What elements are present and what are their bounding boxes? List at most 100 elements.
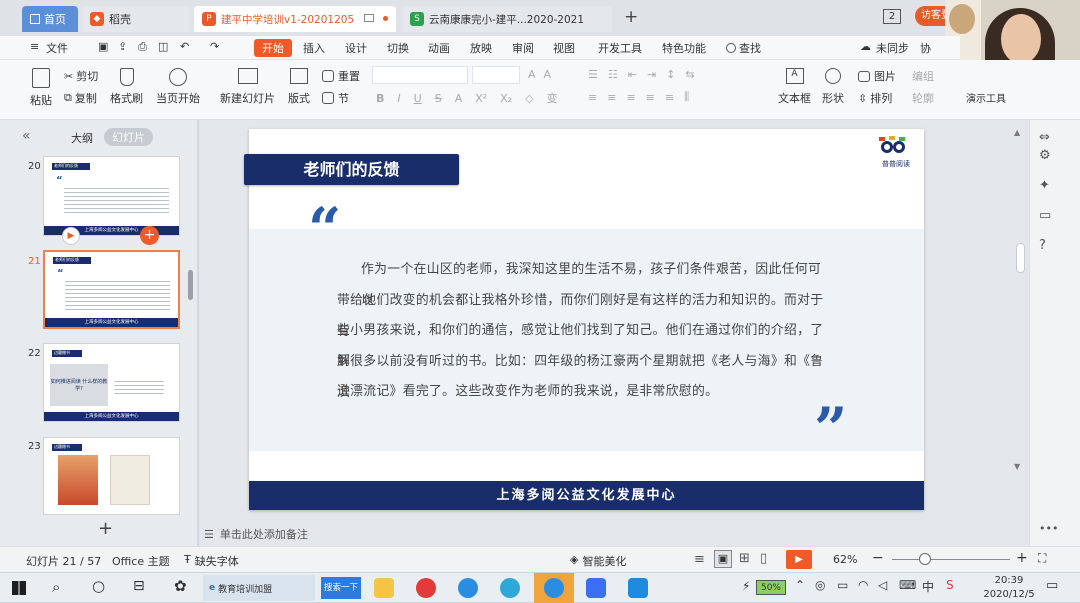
zoom-slider-track[interactable] — [892, 559, 1010, 560]
menu-animation[interactable]: 动画 — [428, 40, 450, 56]
battery-tray-icon[interactable]: ▭ — [837, 578, 848, 592]
window-icon[interactable] — [364, 14, 374, 22]
line-spacing-icon[interactable]: ↕ — [666, 68, 675, 81]
distribute-icon[interactable]: ≡ — [665, 91, 674, 104]
superscript-button[interactable]: X² — [475, 92, 487, 105]
number-list-icon[interactable]: ☷ — [608, 68, 618, 81]
settings-sliders-icon[interactable]: ⚙ — [1039, 148, 1051, 163]
clear-format-button[interactable]: ◇ — [525, 92, 533, 105]
align-right-icon[interactable]: ≡ — [626, 91, 635, 104]
menu-devtools[interactable]: 开发工具 — [598, 40, 642, 56]
menu-transition[interactable]: 切换 — [387, 40, 409, 56]
reset-button[interactable]: 重置 — [322, 68, 360, 84]
arrange-button[interactable]: ⇳ 排列 — [858, 90, 892, 106]
file-explorer-icon[interactable] — [374, 578, 394, 598]
notes-area[interactable]: ☰ 单击此处添加备注 — [204, 526, 308, 542]
edge-icon[interactable] — [500, 578, 520, 598]
task-view-icon[interactable]: ⊟ — [133, 578, 145, 594]
tab-outline[interactable]: 大纲 — [71, 130, 93, 146]
zoom-slider-thumb[interactable] — [919, 553, 931, 565]
zoom-level[interactable]: 62% — [833, 553, 857, 566]
text-effect-button[interactable]: 变 — [547, 90, 558, 106]
add-slide-icon[interactable]: + — [140, 226, 159, 245]
theme-label[interactable]: Office 主题 — [112, 553, 170, 569]
ime-indicator[interactable]: 中 — [922, 578, 934, 595]
notification-icon[interactable]: ▭ — [1046, 578, 1058, 593]
slide-thumb-22[interactable]: 边疆赠书 如何推进阅读 什么样的教学? 上海多阅公益文化发展中心 — [43, 343, 180, 422]
paste-button[interactable]: 粘贴 — [30, 68, 52, 108]
grow-font-icon[interactable]: A — [528, 68, 536, 81]
menu-features[interactable]: 特色功能 — [662, 40, 706, 56]
sorter-view-icon[interactable]: ⊞ — [739, 551, 750, 566]
tab-slides[interactable]: 幻灯片 — [104, 128, 153, 146]
columns-icon[interactable]: ⫼ — [684, 90, 689, 104]
align-left-icon[interactable]: ≡ — [588, 91, 597, 104]
help-icon[interactable]: ? — [1039, 238, 1046, 253]
outdent-icon[interactable]: ⇥ — [647, 68, 656, 81]
menu-file[interactable]: 文件 — [46, 40, 68, 56]
cut-button[interactable]: ✂ 剪切 — [64, 68, 98, 84]
pin-icon[interactable]: ✦ — [1039, 178, 1050, 193]
smart-beautify-button[interactable]: ◈ 智能美化 — [570, 553, 626, 569]
print-icon[interactable]: ⎙ — [138, 40, 147, 54]
menu-start[interactable]: 开始 — [254, 39, 292, 57]
normal-view-icon[interactable]: ▣ — [714, 550, 732, 568]
wifi-icon[interactable]: ◠ — [858, 578, 868, 592]
feishu-icon[interactable] — [458, 578, 478, 598]
font-family-select[interactable] — [372, 66, 468, 84]
group-button[interactable]: 编组 — [912, 68, 934, 84]
tray-up-icon[interactable]: ⌃ — [795, 578, 805, 592]
play-from-current-button[interactable]: 当页开始 — [156, 68, 200, 106]
outline-button[interactable]: 轮廓 — [912, 90, 934, 106]
search-button[interactable]: 查找 — [726, 40, 761, 56]
search-once-button[interactable]: 搜索一下 — [321, 577, 361, 599]
section-button[interactable]: 节 — [322, 90, 349, 106]
canvas-scrollbar[interactable] — [1016, 243, 1025, 273]
image-button[interactable]: 图片 — [858, 68, 896, 84]
tab-other-doc[interactable]: S 云南康康完小-建平...2020-2021 — [402, 6, 612, 32]
comment-icon[interactable]: ▭ — [1039, 208, 1051, 223]
copy-button[interactable]: ⧉ 复制 — [64, 90, 97, 106]
menu-design[interactable]: 设计 — [345, 40, 367, 56]
font-size-select[interactable] — [472, 66, 520, 84]
textbox-button[interactable]: A 文本框 — [778, 68, 811, 106]
missing-font-button[interactable]: Ŧ 缺失字体 — [184, 553, 239, 569]
notes-toggle-icon[interactable]: ≡ — [694, 552, 705, 567]
tab-home[interactable]: 首页 — [22, 6, 78, 32]
slide-thumb-23[interactable]: 边疆赠书 — [43, 437, 180, 515]
taskbar-app-browser[interactable]: e 教育培训加盟 — [203, 575, 315, 601]
format-painter-button[interactable]: 格式刷 — [110, 68, 143, 106]
redo-icon[interactable]: ↷ — [210, 40, 219, 53]
menu-insert[interactable]: 插入 — [303, 40, 325, 56]
preview-icon[interactable]: ◫ — [158, 40, 168, 53]
tray-app-icon[interactable]: ◎ — [815, 578, 825, 592]
bullet-list-icon[interactable]: ☰ — [588, 68, 598, 81]
underline-button[interactable]: U — [414, 92, 422, 105]
more-icon[interactable]: ••• — [1039, 522, 1058, 535]
zoom-in-button[interactable]: + — [1016, 550, 1028, 566]
indent-icon[interactable]: ⇤ — [628, 68, 637, 81]
zoom-out-button[interactable]: − — [872, 550, 884, 566]
scroll-down-icon[interactable]: ▼ — [1014, 462, 1020, 471]
align-center-icon[interactable]: ≡ — [607, 91, 616, 104]
add-slide-button[interactable]: + — [98, 518, 113, 539]
strikethrough-button[interactable]: S — [435, 92, 442, 105]
menu-view[interactable]: 视图 — [553, 40, 575, 56]
tab-active-doc[interactable]: P 建平中学培训v1-20201205 — [194, 6, 396, 32]
font-color-button[interactable]: A — [455, 92, 463, 105]
panel-scrollbar[interactable] — [188, 270, 193, 300]
shrink-font-icon[interactable]: A — [544, 68, 552, 81]
collapse-panel-icon[interactable]: « — [22, 128, 31, 144]
display-tools-button[interactable]: 演示工具 — [966, 90, 1006, 105]
slide-thumb-20[interactable]: 老师们的反馈 “ 上海多阅公益文化发展中心 — [43, 156, 180, 236]
save-icon[interactable]: ▣ — [98, 40, 108, 53]
active-taskbar-app[interactable] — [534, 573, 574, 603]
shape-button[interactable]: 形状 — [822, 68, 844, 106]
bold-button[interactable]: B — [376, 92, 384, 105]
fit-window-icon[interactable]: ⛶ — [1038, 551, 1046, 566]
reading-view-icon[interactable]: ▯ — [760, 551, 767, 566]
undo-icon[interactable]: ↶ — [180, 40, 189, 53]
battery-indicator[interactable]: 50% — [756, 580, 786, 595]
slide-thumb-21[interactable]: 老师们的反馈 “ 上海多阅公益文化发展中心 — [43, 250, 180, 329]
tencent-meeting-icon[interactable] — [628, 578, 648, 598]
